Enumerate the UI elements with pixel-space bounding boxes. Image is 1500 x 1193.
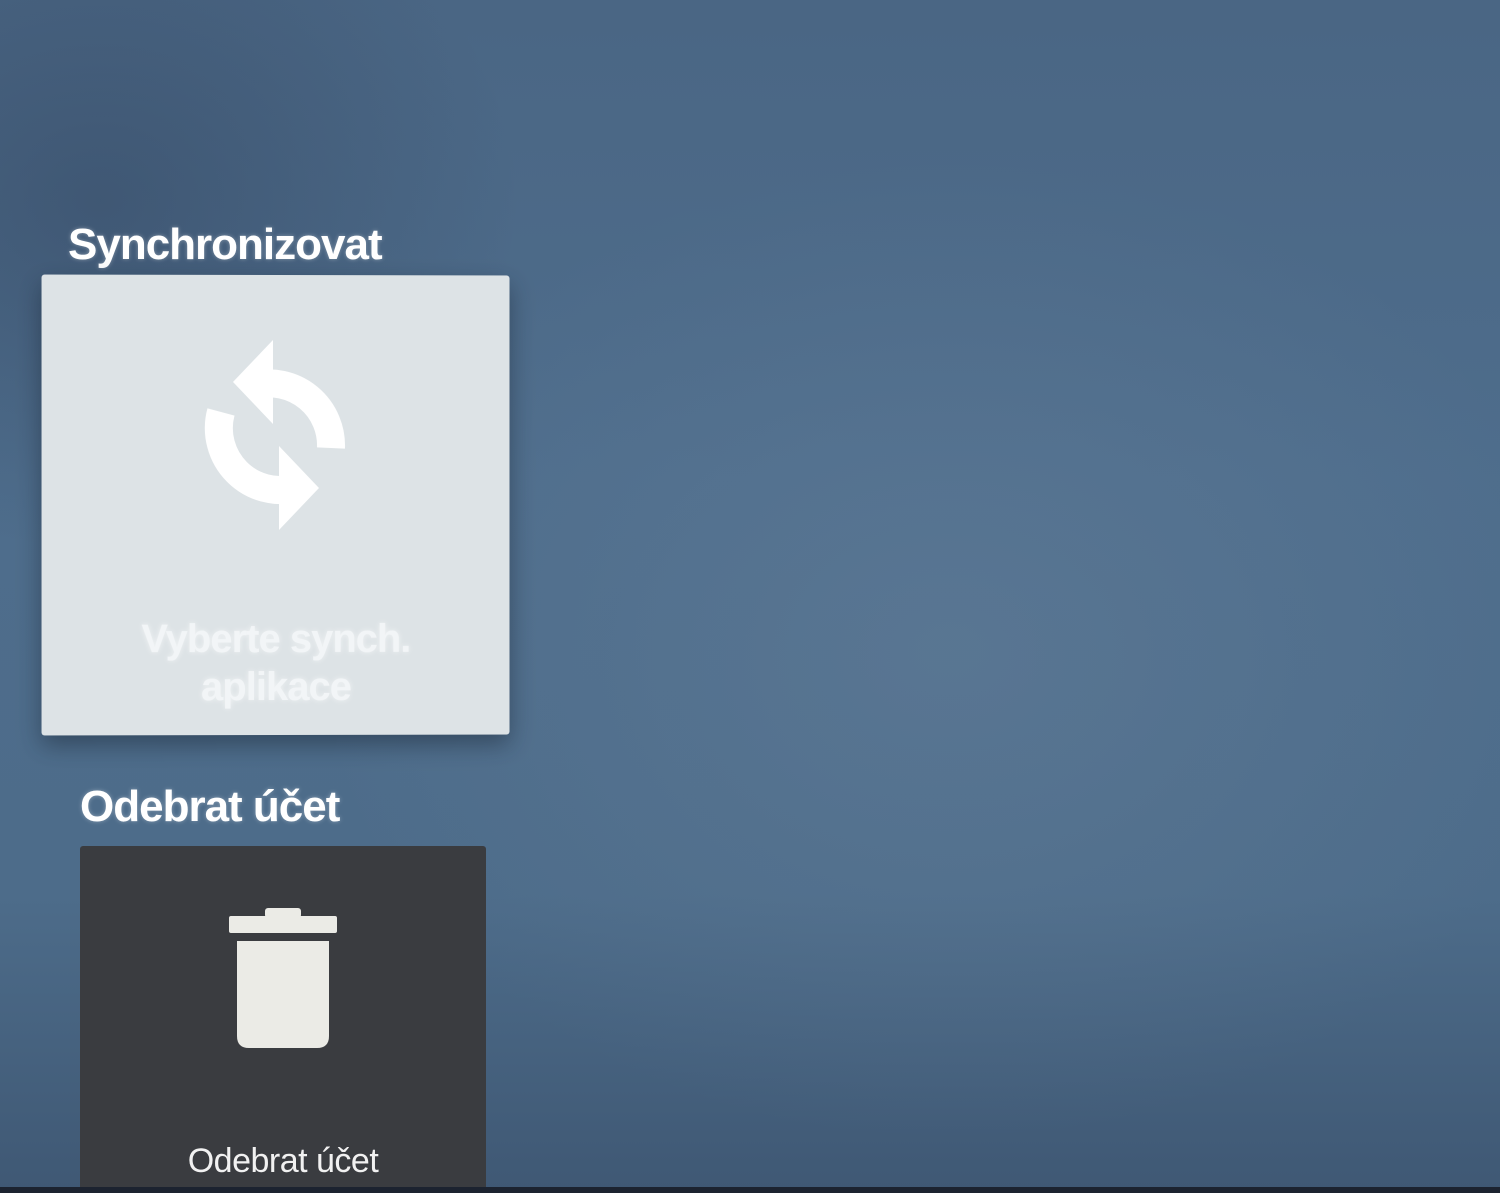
sync-icon: [191, 330, 361, 531]
sync-apps-card[interactable]: Vyberte synch. aplikace: [41, 274, 510, 736]
sync-card-label: Vyberte synch. aplikace: [141, 616, 411, 710]
remove-card-label: Odebrat účet: [187, 1142, 379, 1180]
section-title-synchronize: Synchronizovat: [68, 220, 383, 269]
trash-icon: [227, 908, 339, 1053]
section-title-remove-account: Odebrat účet: [80, 782, 340, 831]
remove-account-card[interactable]: Odebrat účet: [80, 846, 486, 1193]
screen-bezel: [0, 1187, 1500, 1193]
